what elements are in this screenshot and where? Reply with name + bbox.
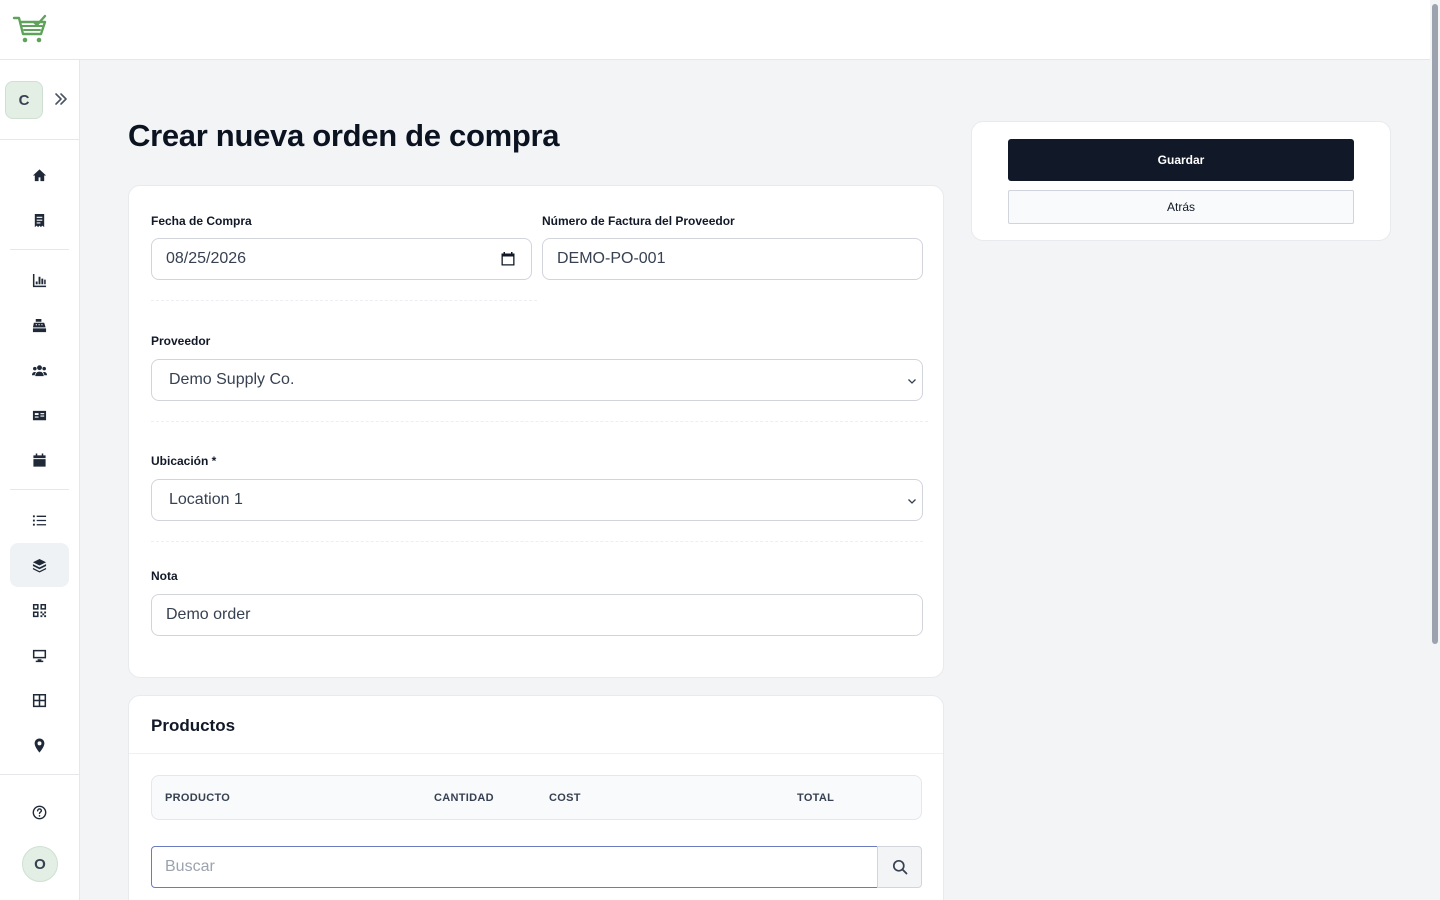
location-label: Ubicación * — [151, 454, 217, 468]
sidebar-item-customers[interactable] — [10, 348, 69, 392]
location-value: Location 1 — [169, 491, 243, 508]
sidebar-divider — [10, 249, 69, 250]
invoice-number-input[interactable]: DEMO-PO-001 — [542, 238, 923, 280]
divider — [151, 541, 923, 542]
help-circle-icon — [32, 805, 47, 819]
sidebar-item-list[interactable] — [10, 498, 69, 542]
sidebar-item-display[interactable] — [10, 633, 69, 677]
location-select[interactable]: Location 1 — [151, 479, 923, 521]
list-icon — [32, 514, 47, 526]
divider — [151, 421, 928, 422]
search-button[interactable] — [877, 846, 922, 888]
users-icon — [32, 364, 47, 376]
sidebar-item-reports[interactable] — [10, 258, 69, 302]
note-value: Demo order — [166, 606, 251, 623]
sidebar: C O — [0, 60, 80, 900]
user-avatar[interactable]: O — [22, 846, 58, 882]
top-bar — [0, 0, 1440, 60]
sidebar-item-locations[interactable] — [10, 723, 69, 767]
column-header-total: TOTAL — [797, 792, 835, 804]
store-avatar[interactable]: C — [5, 81, 43, 119]
page-scrollbar[interactable] — [1430, 0, 1440, 900]
sidebar-item-calendar[interactable] — [10, 438, 69, 482]
invoice-number-label: Número de Factura del Proveedor — [542, 214, 735, 228]
receipt-icon — [34, 213, 45, 227]
column-header-cost: COST — [549, 792, 581, 804]
search-icon — [892, 859, 907, 875]
scrollbar-thumb[interactable] — [1432, 4, 1438, 644]
divider — [129, 753, 943, 754]
sidebar-item-inventory[interactable] — [10, 543, 69, 587]
save-button[interactable]: Guardar — [1008, 139, 1354, 181]
sidebar-item-pos[interactable] — [10, 303, 69, 347]
product-search-input[interactable]: Buscar — [151, 846, 878, 888]
sidebar-divider — [0, 139, 80, 140]
sidebar-item-help[interactable] — [10, 790, 69, 834]
sidebar-item-home[interactable] — [10, 153, 69, 197]
actions-card: Guardar Atrás — [971, 121, 1391, 241]
note-label: Nota — [151, 569, 178, 583]
calendar-picker-icon[interactable] — [500, 251, 516, 267]
qr-code-icon — [32, 603, 47, 617]
invoice-number-value: DEMO-PO-001 — [557, 250, 666, 267]
calendar-icon — [33, 452, 46, 467]
products-title: Productos — [151, 716, 236, 735]
home-icon — [32, 168, 47, 181]
sidebar-divider — [0, 774, 80, 775]
products-table-header: PRODUCTO CANTIDAD COST TOTAL — [151, 775, 922, 820]
divider — [151, 300, 537, 301]
supplier-label: Proveedor — [151, 334, 211, 348]
page-title: Crear nueva orden de compra — [128, 118, 560, 153]
double-chevron-right-icon[interactable] — [50, 88, 72, 110]
purchase-date-label: Fecha de Compra — [151, 214, 252, 228]
monitor-icon — [32, 649, 47, 662]
cash-register-icon — [32, 318, 47, 332]
column-header-product: PRODUCTO — [165, 792, 231, 804]
sidebar-item-tables[interactable] — [10, 678, 69, 722]
order-form-card: Fecha de Compra 08/25/2026 Número de Fac… — [128, 185, 944, 678]
bar-chart-icon — [32, 273, 47, 287]
grid-icon — [32, 693, 47, 707]
supplier-value: Demo Supply Co. — [169, 371, 295, 388]
sidebar-item-receipts[interactable] — [10, 198, 69, 242]
products-card: Productos PRODUCTO CANTIDAD COST TOTAL B… — [128, 695, 944, 900]
purchase-date-value: 08/25/2026 — [166, 250, 247, 267]
chevron-down-icon — [908, 499, 916, 504]
supplier-select[interactable]: Demo Supply Co. — [151, 359, 923, 401]
box-icon — [32, 558, 47, 573]
back-button[interactable]: Atrás — [1008, 190, 1354, 224]
map-pin-icon — [34, 737, 45, 753]
note-input[interactable]: Demo order — [151, 594, 923, 636]
search-placeholder: Buscar — [165, 858, 215, 875]
shopping-cart-icon[interactable] — [12, 14, 48, 46]
purchase-date-input[interactable]: 08/25/2026 — [151, 238, 532, 280]
sidebar-item-employees[interactable] — [10, 393, 69, 437]
sidebar-item-qr[interactable] — [10, 588, 69, 632]
column-header-quantity: CANTIDAD — [434, 792, 494, 804]
sidebar-divider — [10, 489, 69, 490]
chevron-down-icon — [908, 379, 916, 384]
id-card-icon — [32, 410, 47, 420]
